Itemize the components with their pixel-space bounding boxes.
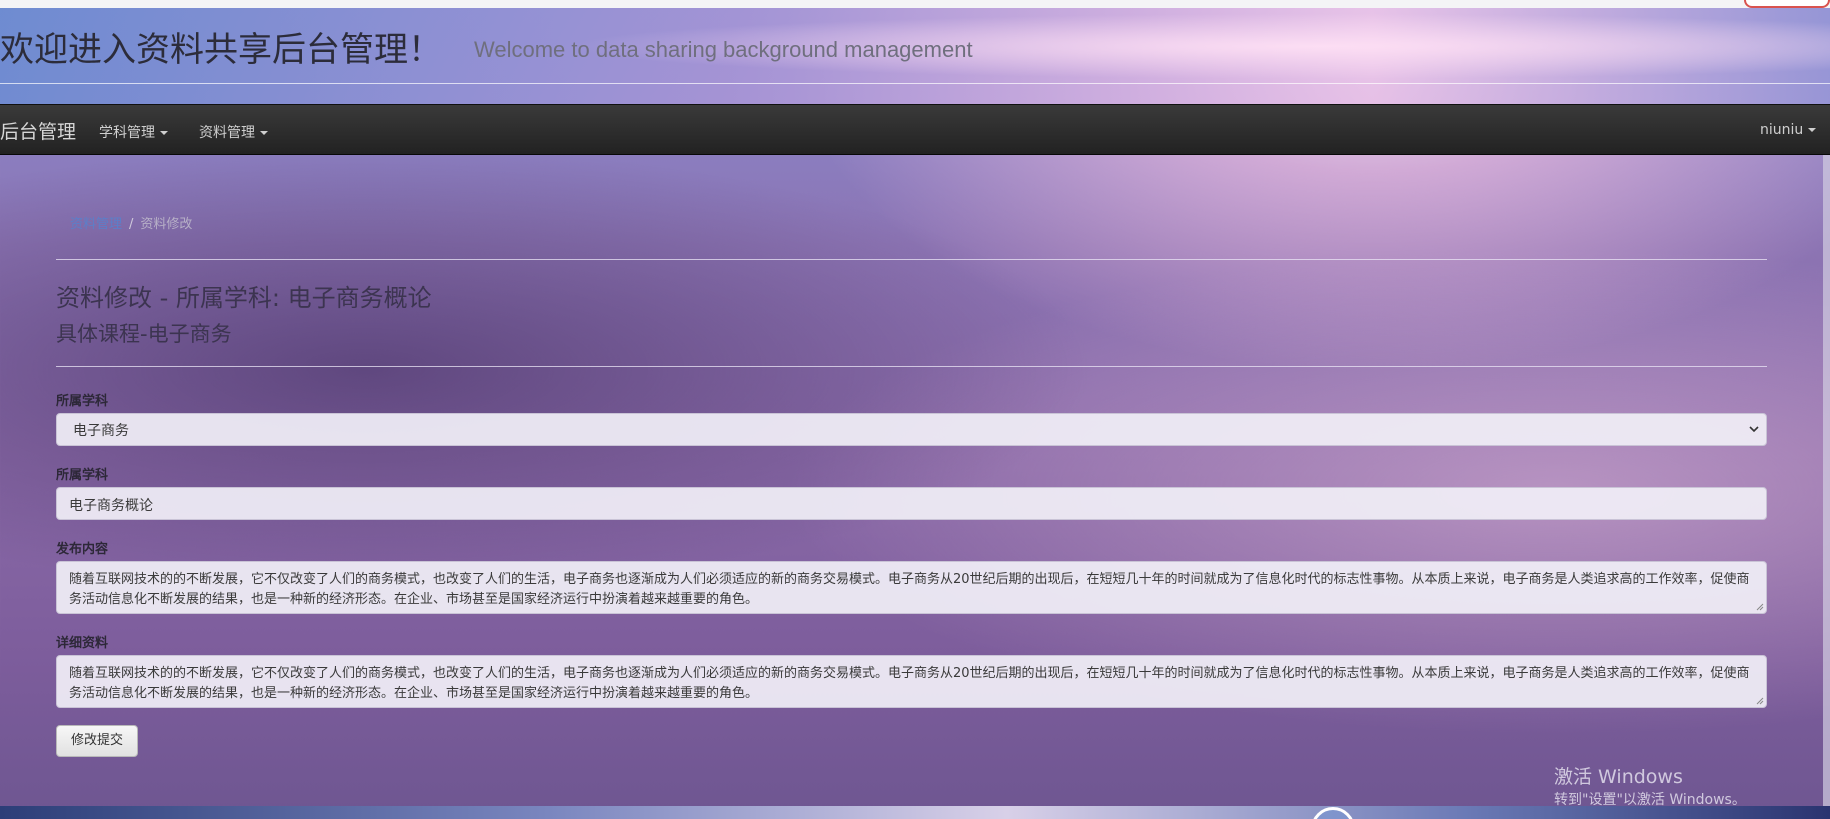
- content-label: 发布内容: [56, 542, 109, 557]
- course-input-value: 电子商务概论: [69, 498, 153, 514]
- subject-select[interactable]: 电子商务: [56, 413, 1767, 446]
- course-label: 所属学科: [56, 468, 109, 483]
- nav-user-dropdown[interactable]: niuniu: [1760, 122, 1817, 138]
- header-divider: [0, 83, 1830, 84]
- breadcrumb: 资料管理 / 资料修改: [70, 213, 192, 232]
- course-input[interactable]: 电子商务概论: [56, 487, 1767, 520]
- bottom-background-strip: [0, 806, 1830, 819]
- breadcrumb-current: 资料修改: [140, 217, 193, 232]
- caret-down-icon: [160, 131, 168, 135]
- nav-dropdown-subject-management[interactable]: 学科管理: [99, 122, 168, 142]
- nav-item-label: 资料管理: [199, 125, 255, 141]
- windows-activation-watermark: 激活 Windows: [1554, 766, 1683, 788]
- navbar: 后台管理 学科管理 资料管理 niuniu: [0, 104, 1830, 155]
- divider-top: [56, 259, 1767, 260]
- details-textarea-value: 随着互联网技术的的不断发展，它不仅改变了人们的商务模式，也改变了人们的生活，电子…: [69, 666, 1750, 701]
- content-textarea-value: 随着互联网技术的的不断发展，它不仅改变了人们的商务模式，也改变了人们的生活，电子…: [69, 572, 1750, 607]
- page-header: 欢迎进入资料共享后台管理！ Welcome to data sharing ba…: [0, 8, 1830, 104]
- header-title-cn: 欢迎进入资料共享后台管理！: [0, 30, 442, 70]
- submit-button[interactable]: 修改提交: [56, 725, 138, 757]
- details-textarea[interactable]: 随着互联网技术的的不断发展，它不仅改变了人们的商务模式，也改变了人们的生活，电子…: [56, 655, 1767, 708]
- breadcrumb-separator: /: [129, 217, 134, 232]
- page-scrollbar-edge[interactable]: [1823, 155, 1830, 806]
- nav-dropdown-material-management[interactable]: 资料管理: [199, 122, 268, 142]
- breadcrumb-link-material-management[interactable]: 资料管理: [70, 217, 122, 232]
- divider-bottom: [56, 366, 1767, 367]
- nav-user-label: niuniu: [1760, 122, 1804, 138]
- browser-top-strip: [0, 0, 1830, 8]
- subject-select-value: 电子商务: [73, 423, 129, 439]
- subject-label: 所属学科: [56, 394, 109, 409]
- corner-button-edge: [1744, 0, 1830, 8]
- resize-grip-icon[interactable]: [1756, 697, 1764, 705]
- details-label: 详细资料: [56, 636, 109, 651]
- caret-down-icon: [1808, 128, 1817, 132]
- header-title-en: Welcome to data sharing background manag…: [474, 37, 973, 62]
- chevron-down-icon: [1749, 426, 1759, 433]
- content-textarea[interactable]: 随着互联网技术的的不断发展，它不仅改变了人们的商务模式，也改变了人们的生活，电子…: [56, 561, 1767, 614]
- resize-grip-icon[interactable]: [1756, 603, 1764, 611]
- nav-item-label: 学科管理: [99, 125, 155, 141]
- navbar-brand[interactable]: 后台管理: [0, 117, 76, 144]
- page-title: 资料修改 - 所属学科: 电子商务概论: [56, 284, 432, 312]
- page-subtitle: 具体课程-电子商务: [56, 322, 232, 346]
- caret-down-icon: [260, 131, 268, 135]
